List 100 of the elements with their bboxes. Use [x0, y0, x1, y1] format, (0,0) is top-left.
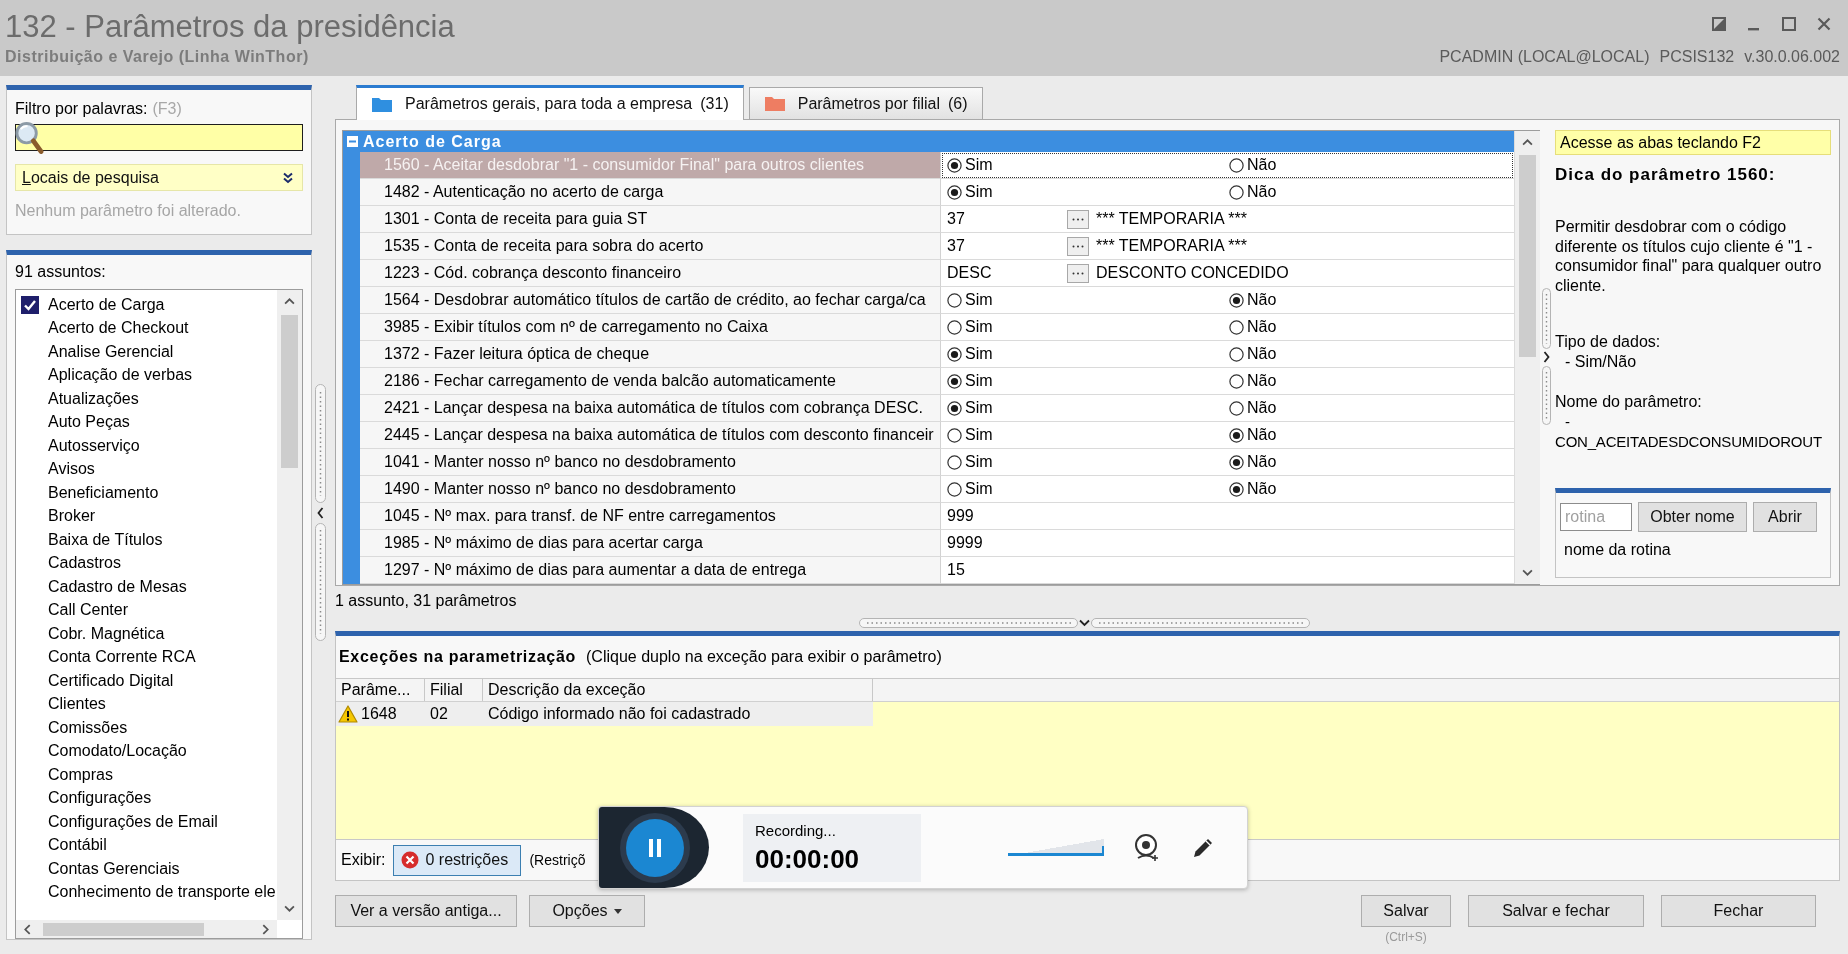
footer-button[interactable]: Salvar: [1361, 895, 1451, 927]
radio-option[interactable]: Não: [1229, 345, 1277, 363]
radio-option[interactable]: Sim: [947, 156, 993, 174]
subject-item[interactable]: Configurações: [16, 786, 277, 810]
scroll-right-icon[interactable]: [262, 923, 269, 935]
radio-option[interactable]: Não: [1229, 399, 1277, 417]
subject-item[interactable]: Avisos: [16, 457, 277, 481]
splitter-handle[interactable]: [859, 618, 1310, 628]
footer-button[interactable]: Salvar e fechar: [1468, 895, 1644, 927]
subject-item[interactable]: Broker: [16, 504, 277, 528]
scroll-up-icon[interactable]: [1522, 139, 1533, 146]
radio-option[interactable]: Sim: [947, 399, 993, 417]
radio-option[interactable]: Sim: [947, 345, 993, 363]
radio-icon[interactable]: [947, 454, 962, 470]
radio-icon[interactable]: [947, 427, 962, 443]
checkbox-checked-icon[interactable]: [21, 295, 39, 314]
open-button[interactable]: Abrir: [1753, 502, 1817, 532]
radio-option[interactable]: Sim: [947, 480, 993, 498]
radio-icon[interactable]: [947, 346, 962, 362]
radio-icon[interactable]: [1229, 184, 1244, 200]
radio-icon[interactable]: [1229, 481, 1244, 497]
subject-item[interactable]: Clientes: [16, 692, 277, 716]
parameter-name[interactable]: 1372 - Fazer leitura óptica de cheque: [360, 341, 941, 368]
scroll-down-icon[interactable]: [1522, 569, 1533, 576]
radio-icon[interactable]: [947, 184, 962, 200]
radio-icon[interactable]: [1229, 157, 1244, 173]
radio-icon[interactable]: [1229, 427, 1244, 443]
radio-icon[interactable]: [1229, 346, 1244, 362]
close-icon[interactable]: [1817, 17, 1831, 31]
half-filled-square-icon[interactable]: [1712, 17, 1726, 31]
radio-icon[interactable]: [947, 400, 962, 416]
maximize-icon[interactable]: [1782, 17, 1796, 31]
subject-item[interactable]: Conta Corrente RCA: [16, 645, 277, 669]
restrictions-button[interactable]: 0 restrições: [393, 844, 522, 876]
routine-field[interactable]: rotina: [1560, 503, 1632, 531]
radio-icon[interactable]: [1229, 373, 1244, 389]
subject-item[interactable]: Cobr. Magnética: [16, 622, 277, 646]
tab[interactable]: Parâmetros por filial (6): [748, 87, 983, 119]
parameter-name[interactable]: 1297 - Nº máximo de dias para aumentar a data de entrega: [360, 557, 941, 584]
radio-option[interactable]: Não: [1229, 426, 1277, 444]
subject-item[interactable]: Auto Peças: [16, 410, 277, 434]
subject-item[interactable]: Cadastros: [16, 551, 277, 575]
parameter-name[interactable]: 1482 - Autenticação no acerto de carga: [360, 179, 941, 206]
scroll-up-icon[interactable]: [284, 298, 295, 305]
radio-option[interactable]: Não: [1229, 156, 1277, 174]
volume-fill[interactable]: [1008, 846, 1104, 856]
subject-item[interactable]: Atualizações: [16, 387, 277, 411]
radio-option[interactable]: Sim: [947, 291, 993, 309]
scrollbar-thumb[interactable]: [281, 315, 298, 468]
radio-icon[interactable]: [1229, 292, 1244, 308]
lookup-button[interactable]: [1067, 209, 1089, 229]
radio-option[interactable]: Sim: [947, 372, 993, 390]
scrollbar-thumb[interactable]: [1519, 155, 1536, 357]
subject-item[interactable]: Analise Gerencial: [16, 340, 277, 364]
parameter-name[interactable]: 1041 - Manter nosso nº banco no desdobramento: [360, 449, 941, 476]
old-version-button[interactable]: Ver a versão antiga...: [335, 895, 517, 927]
radio-option[interactable]: Sim: [947, 453, 993, 471]
subject-item[interactable]: Beneficiamento: [16, 481, 277, 505]
subject-item[interactable]: Configurações de Email: [16, 810, 277, 834]
column-header[interactable]: Filial: [425, 679, 483, 701]
subject-item[interactable]: Contas Gerenciais: [16, 857, 277, 881]
radio-icon[interactable]: [947, 373, 962, 389]
parameter-name[interactable]: 2421 - Lançar despesa na baixa automática de títulos com cobrança DESC.: [360, 395, 941, 422]
exception-row[interactable]: 1648 02 Código informado não foi cadastrado: [336, 702, 873, 726]
get-name-button[interactable]: Obter nome: [1638, 502, 1747, 532]
options-menu-button[interactable]: Opções: [529, 895, 645, 927]
parameter-name[interactable]: 1301 - Conta de receita para guia ST: [360, 206, 941, 233]
subject-item[interactable]: Compras: [16, 763, 277, 787]
subject-item[interactable]: Call Center: [16, 598, 277, 622]
parameter-name[interactable]: 1985 - Nº máximo de dias para acertar carga: [360, 530, 941, 557]
tab[interactable]: Parâmetros gerais, para toda a empresa (31): [356, 85, 744, 120]
value-cell[interactable]: Sim Não: [941, 152, 1514, 179]
radio-icon[interactable]: [947, 157, 962, 173]
splitter-handle[interactable]: [1542, 288, 1551, 425]
radio-icon[interactable]: [947, 292, 962, 308]
radio-option[interactable]: Sim: [947, 426, 993, 444]
vertical-scrollbar[interactable]: [277, 290, 302, 920]
radio-option[interactable]: Não: [1229, 372, 1277, 390]
parameter-name[interactable]: 1045 - Nº max. para transf. de NF entre carregamentos: [360, 503, 941, 530]
radio-icon[interactable]: [1229, 319, 1244, 335]
parameter-name[interactable]: 1564 - Desdobrar automático títulos de cartão de crédito, ao fechar carga/ca: [360, 287, 941, 314]
subject-item[interactable]: Acerto de Checkout: [16, 316, 277, 340]
subject-item[interactable]: Aplicação de verbas: [16, 363, 277, 387]
search-field[interactable]: [15, 124, 303, 151]
footer-button[interactable]: Fechar: [1661, 895, 1816, 927]
radio-option[interactable]: Não: [1229, 291, 1277, 309]
webcam-icon[interactable]: [1134, 833, 1160, 862]
lookup-button[interactable]: [1067, 236, 1089, 256]
subject-item[interactable]: Cadastro de Mesas: [16, 575, 277, 599]
splitter-handle[interactable]: [315, 384, 326, 641]
subject-item[interactable]: Baixa de Títulos: [16, 528, 277, 552]
scroll-down-icon[interactable]: [284, 905, 295, 912]
parameter-name[interactable]: 1490 - Manter nosso nº banco no desdobramento: [360, 476, 941, 503]
radio-option[interactable]: Sim: [947, 183, 993, 201]
radio-icon[interactable]: [1229, 454, 1244, 470]
subject-item[interactable]: Comodato/Locação: [16, 739, 277, 763]
radio-option[interactable]: Não: [1229, 183, 1277, 201]
scrollbar-thumb[interactable]: [43, 922, 204, 936]
scroll-left-icon[interactable]: [24, 923, 31, 935]
subject-item[interactable]: Autosserviço: [16, 434, 277, 458]
